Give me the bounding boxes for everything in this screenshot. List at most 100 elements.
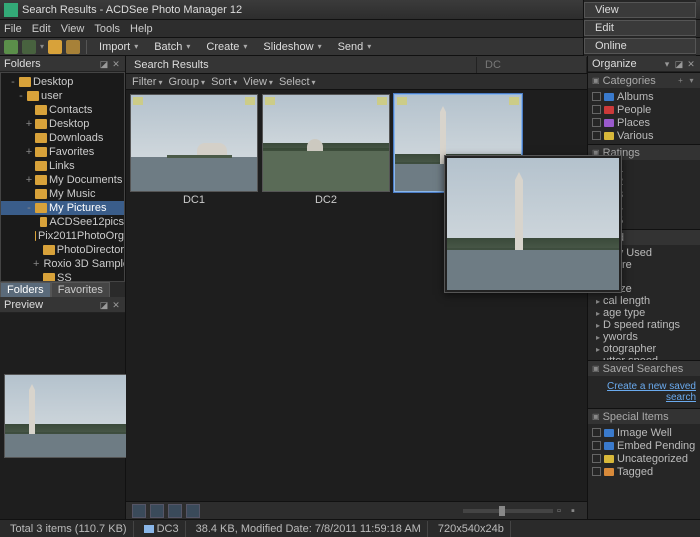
separator — [86, 40, 87, 54]
menu-tools[interactable]: Tools — [94, 23, 120, 35]
special-item[interactable]: Tagged — [592, 465, 696, 478]
category-item[interactable]: Various — [592, 129, 696, 142]
tree-node[interactable]: -My Pictures — [1, 201, 124, 215]
history-dropdown-icon[interactable]: ▾ — [40, 42, 44, 51]
filter-menu[interactable]: Filter — [132, 76, 162, 88]
back-icon[interactable] — [4, 40, 18, 54]
organize-close-icon[interactable]: ✕ — [686, 59, 696, 69]
tag-icon — [133, 97, 143, 105]
crumb-dc[interactable]: DC — [477, 57, 587, 73]
select-menu[interactable]: Select — [279, 76, 316, 88]
tab-folders[interactable]: Folders — [0, 282, 51, 297]
mode-online[interactable]: Online — [584, 38, 696, 54]
panel-pin-icon[interactable]: ◪ — [99, 59, 109, 69]
organize-pin-icon[interactable]: ◪ — [674, 59, 684, 69]
create-button[interactable]: Create — [200, 40, 253, 54]
special-item[interactable]: Uncategorized — [592, 452, 696, 465]
autocat-item[interactable]: ▸otographer — [596, 343, 698, 355]
zoom-in-icon[interactable]: ▪ — [571, 505, 581, 517]
tree-node[interactable]: Links — [1, 159, 124, 173]
embed-icon — [509, 97, 519, 105]
view-mode-button[interactable] — [150, 504, 164, 518]
tree-node[interactable]: -Desktop — [1, 75, 124, 89]
category-item[interactable]: Albums — [592, 90, 696, 103]
batch-button[interactable]: Batch — [148, 40, 196, 54]
view-mode-button[interactable] — [168, 504, 182, 518]
tab-favorites[interactable]: Favorites — [51, 282, 110, 297]
folder-tree[interactable]: -Desktop-userContacts+DesktopDownloads+F… — [0, 72, 125, 282]
menu-file[interactable]: File — [4, 23, 22, 35]
menu-view[interactable]: View — [61, 23, 85, 35]
status-selected: DC3 — [138, 521, 186, 537]
window-title: Search Results - ACDSee Photo Manager 12 — [22, 4, 620, 16]
tree-node[interactable]: +My Documents — [1, 173, 124, 187]
hover-preview-popup — [444, 155, 622, 293]
tree-node[interactable]: Downloads — [1, 131, 124, 145]
view-menu[interactable]: View — [243, 76, 273, 88]
app-icon — [4, 3, 18, 17]
menu-help[interactable]: Help — [130, 23, 153, 35]
left-tabs: Folders Favorites — [0, 282, 125, 297]
tree-node[interactable]: SS — [1, 271, 124, 282]
status-info: 38.4 KB, Modified Date: 7/8/2011 11:59:1… — [190, 521, 428, 537]
tree-node[interactable]: PhotoDirector — [1, 243, 124, 257]
tag-icon — [397, 97, 407, 105]
status-dimensions: 720x540x24b — [432, 521, 511, 537]
view-mode-button[interactable] — [132, 504, 146, 518]
thumb-footer: ▫ ▪ — [126, 501, 587, 519]
slideshow-button[interactable]: Slideshow — [257, 40, 327, 54]
embed-icon — [377, 97, 387, 105]
thumb-dc2[interactable]: DC2 — [262, 94, 390, 208]
panel-close-icon[interactable]: ✕ — [111, 59, 121, 69]
organize-header: Organize ▾◪✕ — [588, 56, 700, 72]
sort-menu[interactable]: Sort — [211, 76, 237, 88]
tree-node[interactable]: My Music — [1, 187, 124, 201]
preview-header: Preview ◪✕ — [0, 297, 125, 313]
autocat-item[interactable]: ▸age type — [596, 307, 698, 319]
zoom-out-icon[interactable]: ▫ — [557, 505, 567, 517]
autocat-item[interactable]: ▸cal length — [596, 295, 698, 307]
thumbnail-grid[interactable]: DC1 DC2 — [126, 90, 587, 501]
up-icon[interactable] — [48, 40, 62, 54]
tree-node[interactable]: Contacts — [1, 103, 124, 117]
folders-header: Folders ◪✕ — [0, 56, 125, 72]
tree-node[interactable]: +Favorites — [1, 145, 124, 159]
mode-edit[interactable]: Edit — [584, 20, 696, 36]
category-item[interactable]: People — [592, 103, 696, 116]
group-menu[interactable]: Group — [168, 76, 205, 88]
preview-image — [4, 374, 132, 458]
filter-bar: Filter Group Sort View Select — [126, 74, 587, 90]
category-item[interactable]: Places — [592, 116, 696, 129]
thumb-label: DC1 — [130, 192, 258, 208]
menu-edit[interactable]: Edit — [32, 23, 51, 35]
forward-icon[interactable] — [22, 40, 36, 54]
tree-node[interactable]: -user — [1, 89, 124, 103]
special-item[interactable]: Embed Pending — [592, 439, 696, 452]
folders-title: Folders — [4, 58, 41, 70]
preview-close-icon[interactable]: ✕ — [111, 300, 121, 310]
preview-pin-icon[interactable]: ◪ — [99, 300, 109, 310]
categories-header[interactable]: ▣Categories+▾ — [588, 73, 700, 88]
organize-menu-icon[interactable]: ▾ — [662, 59, 672, 69]
preview-pane — [0, 313, 125, 519]
thumb-dc1[interactable]: DC1 — [130, 94, 258, 208]
send-button[interactable]: Send — [332, 40, 378, 54]
import-button[interactable]: Import — [93, 40, 144, 54]
image-icon — [144, 525, 154, 533]
saved-searches-header[interactable]: ▣Saved Searches — [588, 361, 700, 376]
tree-node[interactable]: ACDSee12pics — [1, 215, 124, 229]
tree-node[interactable]: Pix2011PhotoOrg — [1, 229, 124, 243]
thumb-size-slider[interactable] — [463, 509, 553, 513]
tree-node[interactable]: +Roxio 3D Samples — [1, 257, 124, 271]
mode-view[interactable]: View — [584, 2, 696, 18]
breadcrumb-bar: Search Results DC — [126, 56, 587, 74]
view-mode-button[interactable] — [186, 504, 200, 518]
autocat-item[interactable]: ▸ywords — [596, 331, 698, 343]
crumb-search-results[interactable]: Search Results — [126, 57, 477, 73]
tree-node[interactable]: +Desktop — [1, 117, 124, 131]
create-saved-search-link[interactable]: Create a new saved search — [592, 378, 696, 406]
special-item[interactable]: Image Well — [592, 426, 696, 439]
up-alt-icon[interactable] — [66, 40, 80, 54]
autocat-item[interactable]: ▸D speed ratings — [596, 319, 698, 331]
special-items-header[interactable]: ▣Special Items — [588, 409, 700, 424]
